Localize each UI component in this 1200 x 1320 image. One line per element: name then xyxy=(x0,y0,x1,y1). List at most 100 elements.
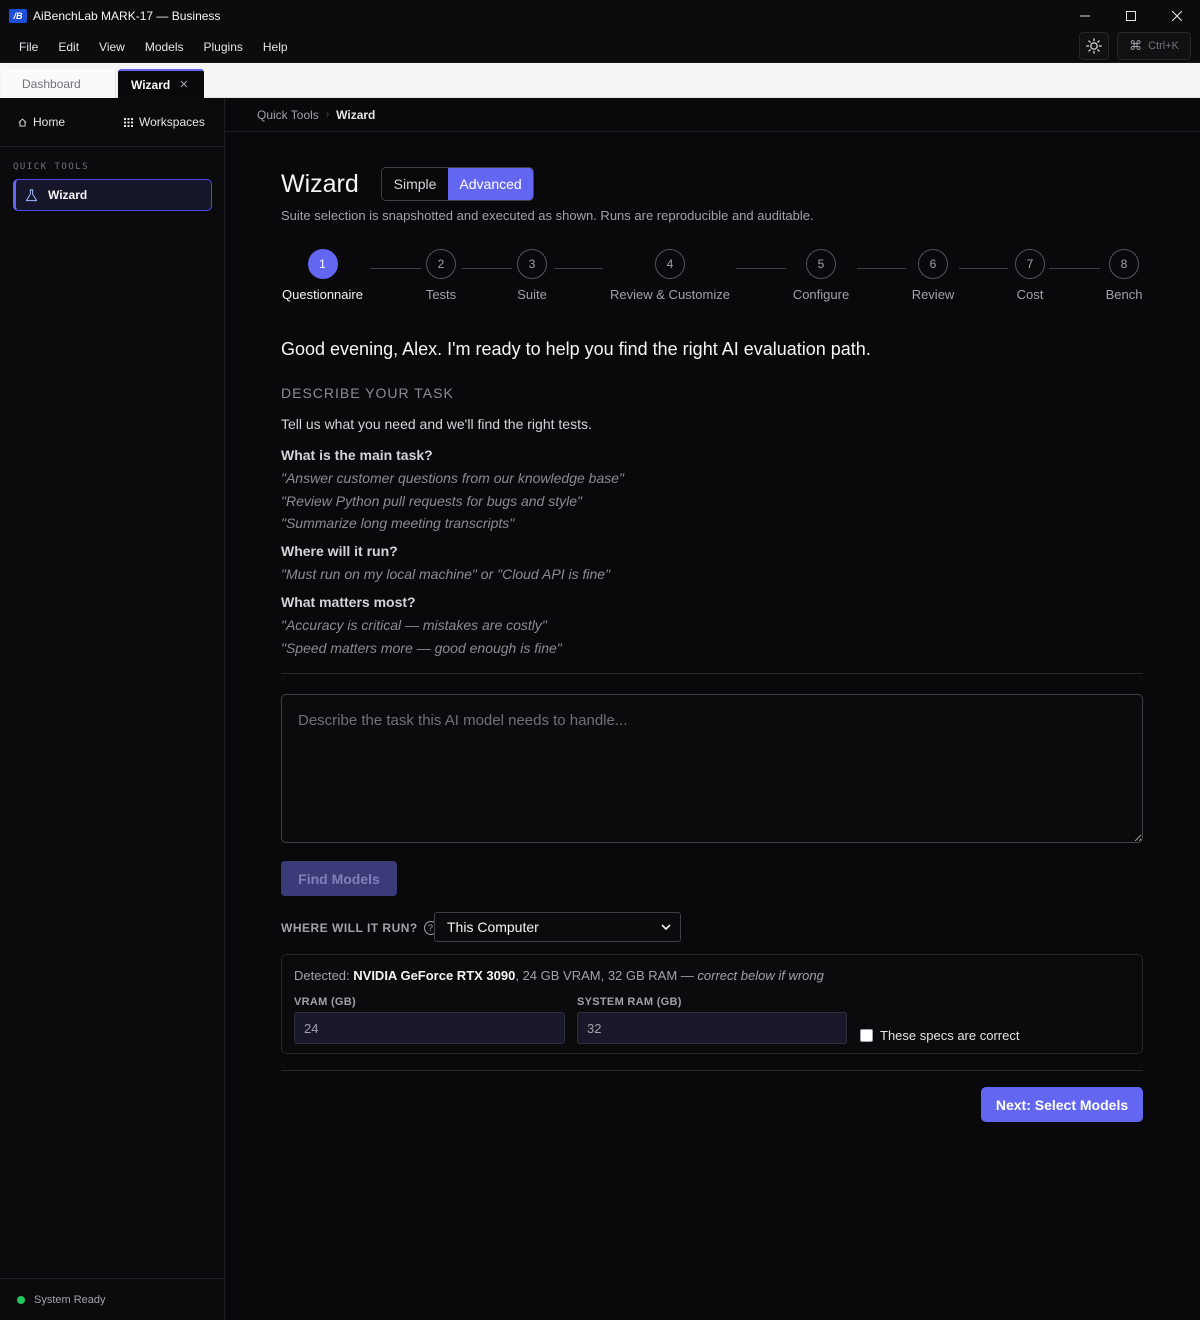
step-connector xyxy=(554,268,603,269)
step-configure[interactable]: 5 Configure xyxy=(786,249,856,302)
tab-wizard[interactable]: Wizard ✕ xyxy=(118,69,204,98)
question-main-task: What is the main task? xyxy=(281,447,433,463)
sidebar-item-label: Home xyxy=(33,115,66,129)
step-review[interactable]: 6 Review xyxy=(903,249,963,302)
tab-close-icon[interactable]: ✕ xyxy=(179,78,188,91)
menu-models[interactable]: Models xyxy=(135,40,194,54)
command-palette-button[interactable]: ⌘ Ctrl+K xyxy=(1117,32,1191,60)
title-bar: /B AiBenchLab MARK-17 — Business xyxy=(0,0,1200,31)
run-location-label: WHERE WILL IT RUN? ? xyxy=(281,921,438,935)
menu-edit[interactable]: Edit xyxy=(48,40,89,54)
example-text: "Review Python pull requests for bugs an… xyxy=(281,493,582,509)
page-subtitle: Suite selection is snapshotted and execu… xyxy=(281,208,814,223)
breadcrumb-parent[interactable]: Quick Tools xyxy=(257,108,319,122)
step-connector xyxy=(462,268,512,269)
example-text: "Summarize long meeting transcripts" xyxy=(281,515,515,531)
status-text: System Ready xyxy=(34,1293,106,1306)
intro-text: Tell us what you need and we'll find the… xyxy=(281,416,592,432)
menu-plugins[interactable]: Plugins xyxy=(194,40,253,54)
section-label: DESCRIBE YOUR TASK xyxy=(281,385,454,401)
window-controls xyxy=(1062,0,1200,31)
close-icon xyxy=(1172,10,1182,21)
window-title: AiBenchLab MARK-17 — Business xyxy=(33,8,221,23)
run-location-label-text: WHERE WILL IT RUN? xyxy=(281,921,418,935)
run-location-select[interactable]: This Computer xyxy=(434,912,681,942)
status-indicator xyxy=(17,1295,25,1304)
sun-icon xyxy=(1086,38,1102,54)
step-label: Review xyxy=(911,287,955,302)
step-questionnaire[interactable]: 1 Questionnaire xyxy=(281,249,364,302)
vram-input[interactable] xyxy=(294,1012,565,1044)
app-logo: /B xyxy=(9,8,27,23)
maximize-icon xyxy=(1126,10,1136,21)
menu-file[interactable]: File xyxy=(9,40,48,54)
step-number: 7 xyxy=(1015,249,1045,279)
sidebar-item-label: Wizard xyxy=(48,188,88,202)
maximize-button[interactable] xyxy=(1108,0,1154,31)
step-label: Tests xyxy=(425,287,457,302)
detected-note: correct below if wrong xyxy=(697,968,824,983)
specs-confirm[interactable]: These specs are correct xyxy=(860,1028,1019,1043)
hardware-panel: Detected: NVIDIA GeForce RTX 3090, 24 GB… xyxy=(281,954,1143,1054)
step-connector xyxy=(1049,268,1100,269)
flask-icon xyxy=(25,188,38,201)
command-shortcut: Ctrl+K xyxy=(1148,40,1179,52)
menu-view[interactable]: View xyxy=(89,40,135,54)
step-suite[interactable]: 3 Suite xyxy=(507,249,557,302)
step-label: Review & Customize xyxy=(610,287,730,302)
menu-bar: File Edit View Models Plugins Help ⌘ Ctr… xyxy=(0,31,1200,63)
sidebar: Home Workspaces QUICK TOOLS Wizard Syste… xyxy=(0,98,225,1320)
step-number: 8 xyxy=(1109,249,1139,279)
theme-toggle-button[interactable] xyxy=(1079,32,1109,60)
detected-prefix: Detected: xyxy=(294,968,354,983)
step-connector xyxy=(857,268,906,269)
question-run-location: Where will it run? xyxy=(281,543,398,559)
sidebar-item-label: Workspaces xyxy=(139,115,205,129)
minimize-button[interactable] xyxy=(1062,0,1108,31)
detected-hardware: Detected: NVIDIA GeForce RTX 3090, 24 GB… xyxy=(294,968,824,983)
command-icon: ⌘ xyxy=(1129,38,1143,53)
tab-dashboard[interactable]: Dashboard xyxy=(1,69,116,98)
system-ram-input[interactable] xyxy=(577,1012,847,1044)
mode-simple-button[interactable]: Simple xyxy=(382,168,449,200)
breadcrumb-current: Wizard xyxy=(336,107,376,122)
sidebar-item-wizard[interactable]: Wizard xyxy=(13,179,212,211)
menu-help[interactable]: Help xyxy=(253,40,298,54)
sidebar-item-home[interactable]: Home xyxy=(18,115,65,129)
step-label: Configure xyxy=(792,287,850,302)
step-connector xyxy=(370,268,421,269)
specs-confirm-label: These specs are correct xyxy=(880,1028,1020,1043)
system-ram-label: SYSTEM RAM (GB) xyxy=(577,996,682,1008)
step-label: Suite xyxy=(517,287,547,302)
step-number: 5 xyxy=(806,249,836,279)
step-review-customize[interactable]: 4 Review & Customize xyxy=(605,249,735,302)
detected-specs: , 24 GB VRAM, 32 GB RAM — xyxy=(515,968,698,983)
task-description-input[interactable] xyxy=(281,694,1143,843)
close-window-button[interactable] xyxy=(1154,0,1200,31)
step-bench[interactable]: 8 Bench xyxy=(1099,249,1149,302)
specs-checkbox[interactable] xyxy=(860,1029,873,1042)
next-select-models-button[interactable]: Next: Select Models xyxy=(981,1087,1143,1122)
vram-label: VRAM (GB) xyxy=(294,996,356,1008)
sidebar-nav: Home Workspaces xyxy=(0,98,224,147)
mode-advanced-button[interactable]: Advanced xyxy=(448,168,533,200)
run-location-selected: This Computer xyxy=(447,919,539,935)
greeting: Good evening, Alex. I'm ready to help yo… xyxy=(281,339,871,359)
step-tests[interactable]: 2 Tests xyxy=(416,249,466,302)
sidebar-item-workspaces[interactable]: Workspaces xyxy=(124,115,205,129)
divider xyxy=(281,1070,1143,1071)
step-number: 4 xyxy=(655,249,685,279)
step-connector xyxy=(736,268,786,269)
step-label: Cost xyxy=(1016,287,1044,302)
question-priorities: What matters most? xyxy=(281,594,416,610)
example-text: "Speed matters more — good enough is fin… xyxy=(281,640,562,656)
step-number: 3 xyxy=(517,249,547,279)
find-models-button[interactable]: Find Models xyxy=(281,861,397,896)
chevron-right-icon: › xyxy=(325,109,330,120)
tab-label: Dashboard xyxy=(22,76,81,91)
step-number: 6 xyxy=(918,249,948,279)
home-icon xyxy=(18,117,27,127)
grid-icon xyxy=(124,117,134,127)
page-title: Wizard xyxy=(281,170,359,198)
step-cost[interactable]: 7 Cost xyxy=(1005,249,1055,302)
